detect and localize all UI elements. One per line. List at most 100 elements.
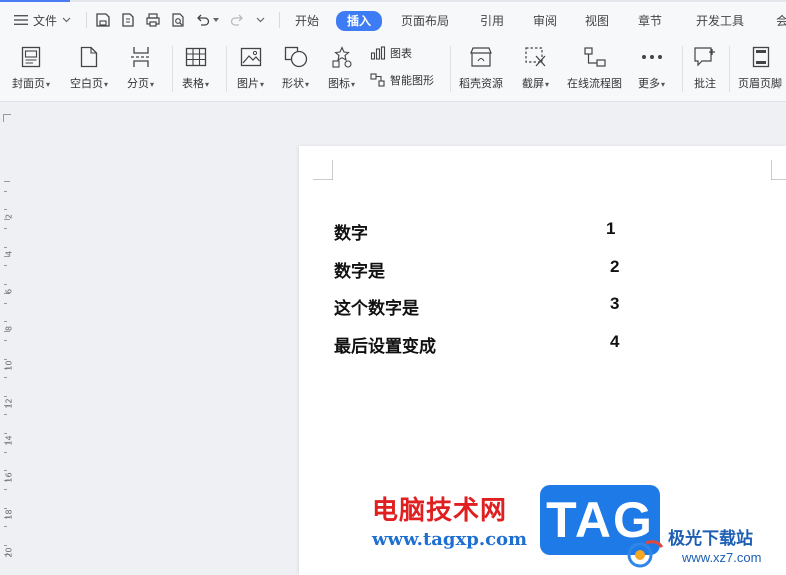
print-button[interactable] [144,11,162,29]
ruler-tick [4,302,7,304]
ruler-number: 8 [4,325,14,331]
smart-art-button[interactable]: 智能图形 [370,72,434,88]
icon-library-icon [331,46,352,68]
tab-home[interactable]: 开始 [295,12,319,30]
save-button[interactable] [94,11,112,29]
caret-down-icon [213,18,219,22]
ribbon-divider [172,46,173,92]
watermark-site-name: 电脑技术网 [372,496,508,526]
header-footer-button[interactable]: 页眉页脚 [738,44,786,91]
text-line[interactable]: 最后设置变成 4 [334,332,619,357]
online-flowchart-button[interactable]: 在线流程图 [567,44,622,91]
line-label: 数字是 [334,262,385,282]
screenshot-icon [524,47,545,67]
ruler-tick [4,190,7,192]
print-preview-icon [172,13,184,27]
comment-icon [694,47,715,67]
chart-button[interactable]: 图表 [370,45,412,61]
docer-resources-button[interactable]: 稻壳资源 [459,44,503,91]
watermark-site-url: www.tagxp.com [372,529,528,550]
screenshot-button[interactable]: 截屏▾ [522,44,549,91]
docer-resources-label: 稻壳资源 [459,77,503,90]
caret-down-icon: ▾ [104,80,109,89]
blank-page-icon [80,46,98,68]
ruler-tick [4,489,7,491]
text-line[interactable]: 数字是 2 [334,257,619,282]
ruler-number: 6 [4,288,14,294]
header-footer-label: 页眉页脚 [738,77,782,90]
table-button[interactable]: 表格▾ [182,44,209,91]
tab-developer[interactable]: 开发工具 [696,12,744,30]
hamburger-icon [14,15,28,25]
tab-references[interactable]: 引用 [480,12,504,30]
ruler-number: 20 [4,547,14,558]
smart-art-icon [370,73,385,87]
online-flowchart-label: 在线流程图 [567,77,622,90]
watermark-partner-name: 极光下载站 [668,529,753,549]
redo-button[interactable] [228,11,246,29]
save-icon [96,13,110,27]
export-pdf-button[interactable] [119,11,137,29]
tab-insert[interactable]: 插入 [336,11,383,31]
caret-down-icon: ▾ [545,80,550,89]
quick-access-customize[interactable] [254,11,266,29]
ruler-tick [4,451,7,453]
store-icon [470,47,492,67]
cover-page-button[interactable]: 封面页▾ [12,44,50,91]
ruler-number: 4 [4,251,14,257]
header-footer-icon [752,46,770,68]
shape-icon [284,46,307,68]
icon-library-label: 图标 [328,77,350,90]
undo-button[interactable] [194,11,212,29]
line-number: 4 [610,332,620,351]
ruler-tick [4,181,10,183]
tab-page-layout[interactable]: 页面布局 [401,12,449,30]
tab-strip-accent [0,0,786,2]
undo-dropdown[interactable] [212,11,220,29]
ruler-number: 18 [4,509,14,520]
picture-icon [240,47,261,67]
ribbon-divider [450,46,451,92]
line-label: 最后设置变成 [334,337,436,357]
caret-down-icon: ▾ [260,80,265,89]
ruler-number: 12 [4,397,14,409]
tab-review[interactable]: 审阅 [533,12,557,30]
picture-button[interactable]: 图片▾ [237,44,264,91]
line-number: 1 [606,219,616,238]
page-break-button[interactable]: 分页▾ [127,44,154,91]
ruler-tick [4,227,7,229]
page-break-label: 分页 [127,77,149,90]
flowchart-icon [583,47,606,67]
cover-page-label: 封面页 [12,77,45,90]
caret-down-icon: ▾ [305,80,310,89]
more-button[interactable]: 更多▾ [638,44,665,91]
icon-library-button[interactable]: 图标▾ [328,44,355,91]
shape-button[interactable]: 形状▾ [282,44,309,91]
ruler-number: 2 [4,213,14,220]
tab-member[interactable]: 会 [776,12,786,30]
text-line[interactable]: 这个数字是 3 [334,294,619,319]
caret-down-icon: ▾ [205,80,210,89]
toolbar-divider [279,12,280,28]
tab-chapter[interactable]: 章节 [638,12,662,30]
margin-corner-mark [771,160,786,180]
table-icon [185,47,206,67]
print-preview-button[interactable] [169,11,187,29]
file-menu-button[interactable]: 文件 [14,11,71,29]
caret-down-icon: ▾ [351,80,356,89]
comment-button[interactable]: 批注 [692,44,718,91]
ruler-number: 10 [4,360,14,371]
caret-down-icon: ▾ [46,80,51,89]
vertical-ruler[interactable]: 2 4 6 8 10 12 14 16 18 20 [0,148,18,575]
cover-page-icon [21,46,41,68]
ruler-number: 16 [4,472,14,483]
blank-page-button[interactable]: 空白页▾ [70,44,108,91]
text-line[interactable]: 数字 1 [334,219,615,244]
ruler-corner-marker [3,114,11,122]
page-break-icon [130,47,151,67]
export-icon [122,13,134,27]
ribbon-divider [226,46,227,92]
tab-view[interactable]: 视图 [585,12,609,30]
blank-page-label: 空白页 [70,77,103,90]
insert-ribbon: 封面页▾ 空白页▾ 分页▾ 表格▾ 图片▾ 形状▾ 图标▾ 图表 智能图形 稻壳… [0,40,786,102]
